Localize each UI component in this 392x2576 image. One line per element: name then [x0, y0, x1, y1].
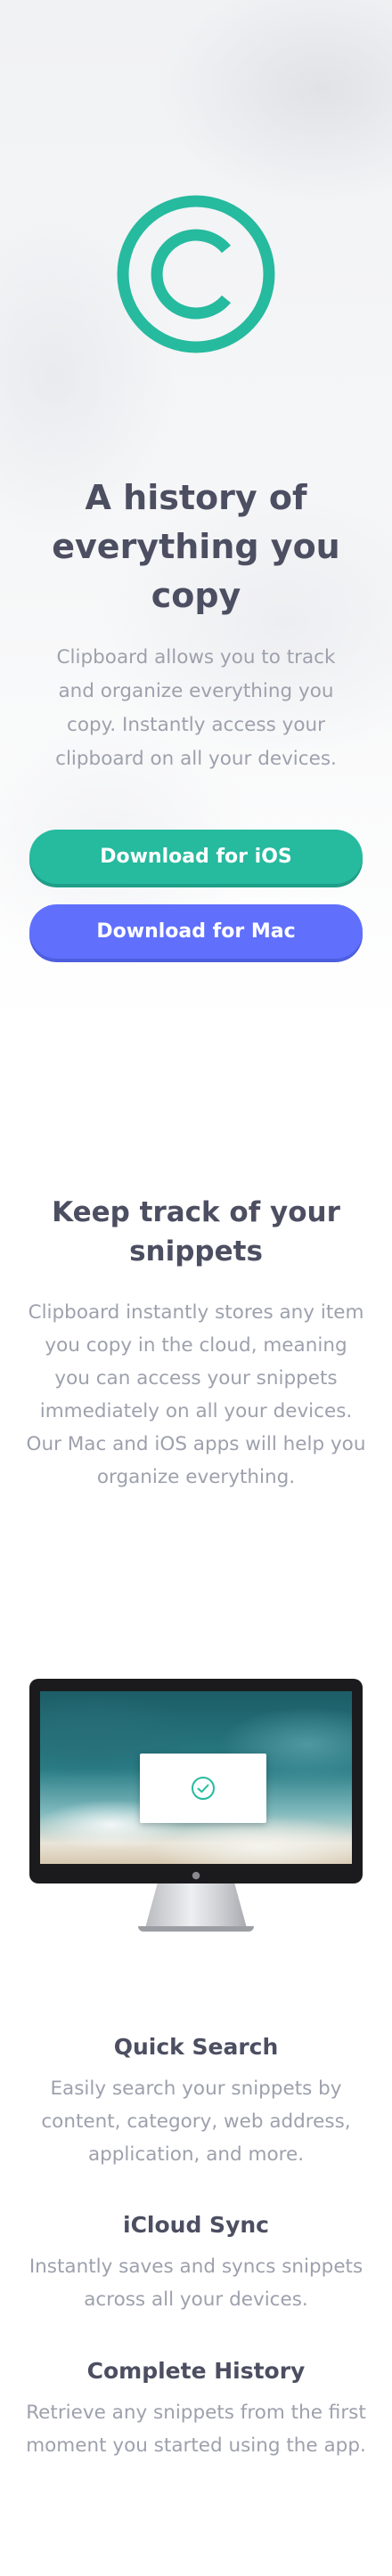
download-ios-button[interactable]: Download for iOS [29, 830, 363, 884]
monitor-stand-base [138, 1926, 254, 1932]
download-mac-button[interactable]: Download for Mac [29, 904, 363, 959]
snippets-title: Keep track of your snippets [52, 1196, 340, 1268]
snippets-description: Clipboard instantly stores any item you … [26, 1301, 366, 1488]
monitor-illustration: ● [29, 1679, 363, 1937]
monitor-stand [145, 1883, 247, 1928]
feature-title-icloud-sync: iCloud Sync [123, 2212, 269, 2238]
feature-title-quick-search: Quick Search [113, 2034, 279, 2060]
hero-section: A history of everything you copy Clipboa… [0, 0, 392, 1033]
feature-text-complete-history: Retrieve any snippets from the first mom… [26, 2402, 366, 2457]
feature-title-complete-history: Complete History [86, 2358, 306, 2384]
monitor-frame: ● [29, 1679, 363, 1883]
feature-text-icloud-sync: Instantly saves and syncs snippets acros… [29, 2256, 363, 2311]
screen-modal [140, 1754, 266, 1823]
hero-description: Clipboard allows you to track and organi… [55, 646, 337, 770]
monitor-screen [40, 1691, 352, 1864]
apple-logo-icon: ● [192, 1869, 200, 1881]
copyright-logo-icon [117, 195, 275, 353]
feature-text-quick-search: Easily search your snippets by content, … [41, 2078, 351, 2166]
check-circle-icon [192, 1777, 215, 1800]
hero-title: A history of everything you copy [52, 478, 340, 615]
